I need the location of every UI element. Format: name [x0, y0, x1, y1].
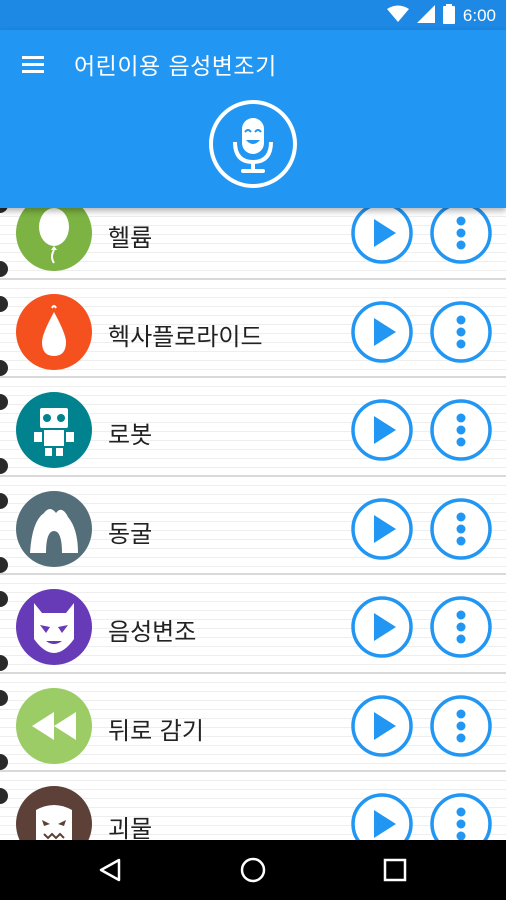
binder-ring — [0, 556, 8, 573]
effect-list[interactable]: 헬륨 헥사플로라이드 로봇 동굴 음성변조 뒤로 감기 괴물 — [0, 208, 506, 840]
effect-label: 뒤로 감기 — [108, 716, 204, 745]
more-vertical-icon — [430, 300, 492, 363]
play-icon — [351, 208, 413, 264]
home-circle-icon[interactable] — [237, 854, 269, 886]
more-options-button[interactable] — [429, 694, 493, 758]
rewind-icon — [16, 687, 92, 764]
play-button[interactable] — [350, 300, 414, 364]
play-button[interactable] — [350, 398, 414, 462]
back-triangle-icon[interactable] — [95, 854, 127, 886]
play-icon — [351, 497, 413, 560]
effect-label: 음성변조 — [108, 618, 197, 646]
binder-ring — [0, 261, 8, 277]
egg-icon — [16, 293, 92, 370]
binder-ring — [0, 655, 8, 671]
more-options-button[interactable] — [429, 792, 493, 840]
status-time: 6:00 — [462, 6, 496, 25]
effect-row-monster[interactable]: 괴물 — [0, 772, 506, 840]
microphone-icon — [213, 118, 293, 188]
record-button[interactable] — [209, 100, 297, 188]
effect-row-rewind[interactable]: 뒤로 감기 — [0, 673, 506, 772]
binder-ring — [0, 492, 8, 509]
app-title: 어린이용 음성변조기 — [74, 54, 277, 80]
more-vertical-icon — [430, 793, 492, 840]
more-vertical-icon — [430, 399, 492, 461]
effect-row-hexafluoride[interactable]: 헥사플로라이드 — [0, 279, 506, 378]
play-button[interactable] — [350, 595, 414, 659]
mask-icon — [16, 589, 92, 665]
more-options-button[interactable] — [429, 300, 493, 364]
cave-icon — [16, 490, 92, 567]
play-button[interactable] — [350, 792, 414, 840]
robot-icon — [16, 392, 92, 468]
play-button[interactable] — [350, 497, 414, 561]
effect-row-voice-changer[interactable]: 음성변조 — [0, 575, 506, 674]
wifi-icon — [386, 5, 409, 27]
more-vertical-icon — [430, 694, 492, 757]
play-icon — [351, 300, 413, 363]
play-button[interactable] — [350, 694, 414, 758]
effect-label: 괴물 — [108, 815, 153, 840]
battery-icon — [442, 4, 455, 28]
binder-ring — [0, 295, 8, 312]
play-icon — [351, 793, 413, 840]
effect-label: 헬륨 — [108, 224, 153, 252]
effect-label: 로봇 — [108, 421, 153, 449]
more-options-button[interactable] — [429, 497, 493, 561]
binder-ring — [0, 753, 8, 770]
more-options-button[interactable] — [429, 595, 493, 659]
binder-ring — [0, 208, 8, 213]
effect-row-helium[interactable]: 헬륨 — [0, 208, 506, 280]
more-vertical-icon — [430, 208, 492, 264]
recents-square-icon[interactable] — [379, 854, 411, 886]
more-vertical-icon — [430, 497, 492, 560]
navigation-bar — [0, 840, 506, 900]
monster-icon — [16, 786, 92, 840]
balloon-icon — [16, 208, 92, 271]
more-options-button[interactable] — [429, 208, 493, 265]
effect-row-robot[interactable]: 로봇 — [0, 378, 506, 477]
binder-ring — [0, 458, 8, 474]
play-icon — [351, 694, 413, 757]
effect-label: 동굴 — [108, 519, 153, 548]
signal-icon — [416, 5, 435, 27]
play-icon — [351, 596, 413, 658]
play-button[interactable] — [350, 208, 414, 265]
effect-row-cave[interactable]: 동굴 — [0, 476, 506, 575]
hamburger-menu-icon[interactable] — [20, 52, 48, 76]
app-bar: 어린이용 음성변조기 — [0, 30, 506, 208]
more-options-button[interactable] — [429, 398, 493, 462]
more-vertical-icon — [430, 596, 492, 658]
binder-ring — [0, 394, 8, 410]
effect-label: 헥사플로라이드 — [108, 322, 263, 351]
binder-ring — [0, 591, 8, 607]
binder-ring — [0, 359, 8, 376]
binder-ring — [0, 689, 8, 706]
status-bar: 6:00 — [0, 0, 506, 30]
play-icon — [351, 399, 413, 461]
binder-ring — [0, 788, 8, 804]
